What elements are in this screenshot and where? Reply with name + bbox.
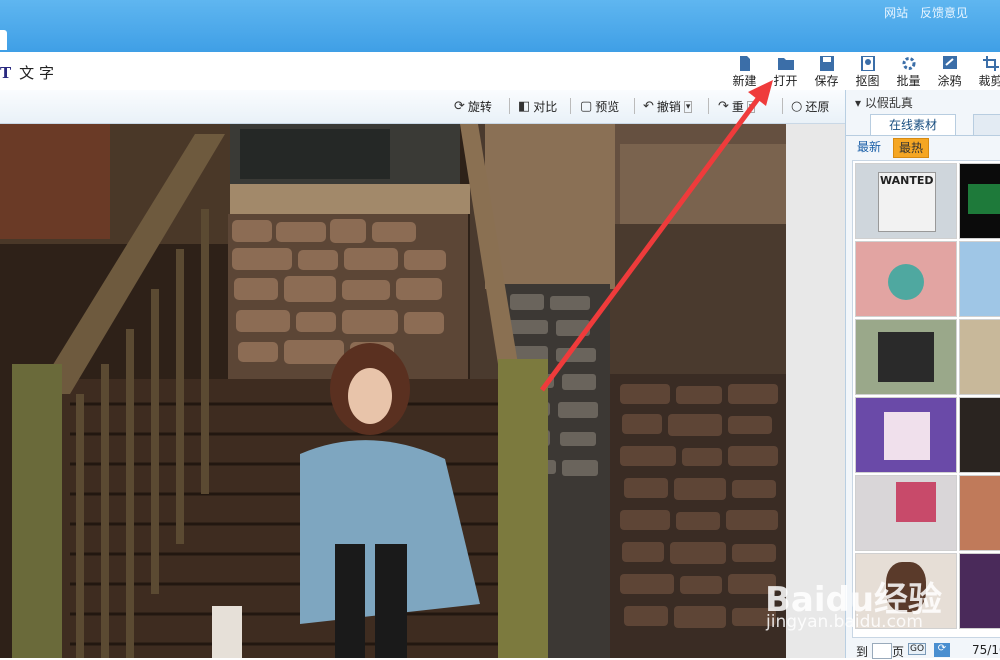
- wanted-text: WANTED: [880, 174, 934, 187]
- material-thumb[interactable]: [855, 475, 957, 551]
- collapse-icon: ▾: [855, 96, 862, 110]
- material-thumb[interactable]: [959, 475, 1000, 551]
- material-thumb[interactable]: [959, 163, 1000, 239]
- go-button[interactable]: GO: [908, 643, 927, 655]
- material-thumb[interactable]: [855, 319, 957, 395]
- pager: 到 页 GO ⟳ 75/10: [846, 638, 1000, 659]
- sidebar-header[interactable]: ▾ 以假乱真: [855, 94, 913, 111]
- pager-count: 75/10: [972, 643, 1000, 657]
- subtab-hot[interactable]: 最热: [893, 138, 930, 158]
- sidebar-title: 以假乱真: [864, 96, 913, 110]
- subtab-new[interactable]: 最新: [852, 138, 886, 156]
- divider: [846, 135, 1000, 136]
- material-thumb[interactable]: [959, 319, 1000, 395]
- material-thumb[interactable]: [855, 397, 957, 473]
- tab-online-material[interactable]: 在线素材: [870, 114, 956, 136]
- material-thumb[interactable]: [959, 241, 1000, 317]
- material-thumb[interactable]: WANTED: [855, 163, 957, 239]
- watermark-url: jingyan.baidu.com: [766, 612, 923, 632]
- material-thumb[interactable]: [959, 553, 1000, 629]
- refresh-icon[interactable]: ⟳: [934, 643, 950, 657]
- page-input[interactable]: [872, 643, 892, 659]
- material-thumb[interactable]: [959, 397, 1000, 473]
- pager-to-label: 到: [856, 645, 869, 659]
- material-thumb[interactable]: [855, 241, 957, 317]
- tab-local-material[interactable]: [973, 114, 1000, 136]
- material-grid: WANTED: [852, 160, 1000, 638]
- pager-page-label: 页: [892, 645, 905, 659]
